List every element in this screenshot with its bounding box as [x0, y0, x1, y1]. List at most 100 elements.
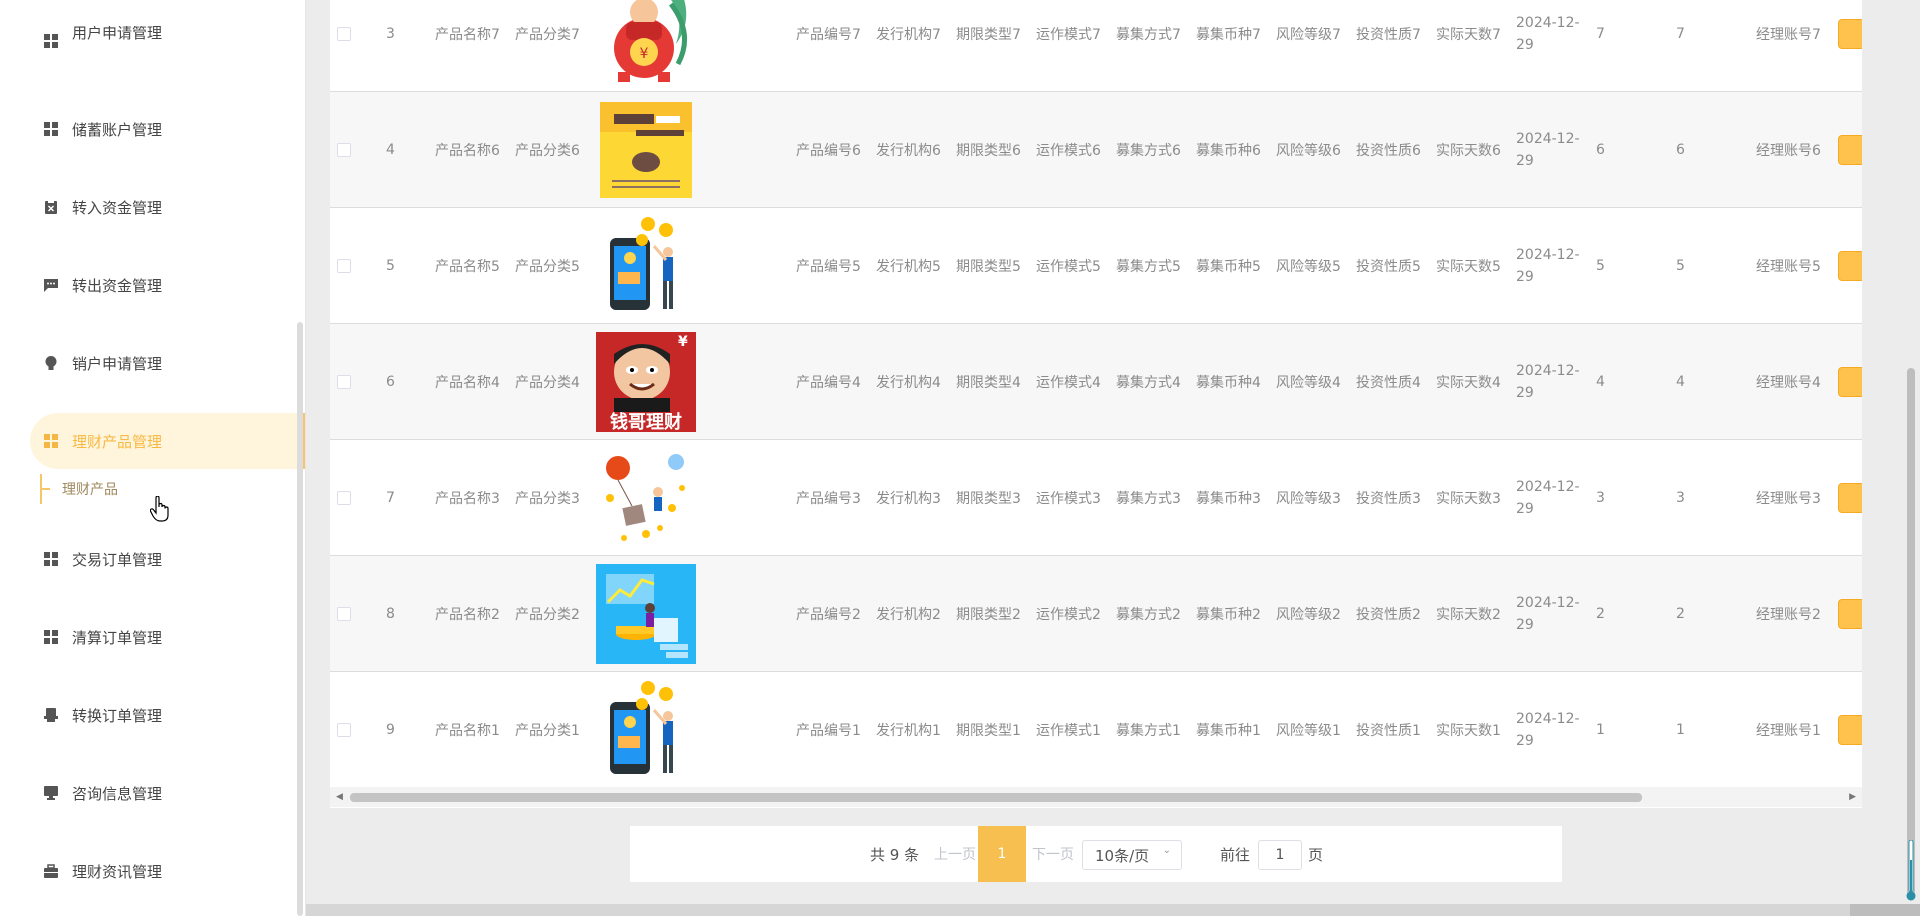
pagination-next-button[interactable]: 下一页: [1032, 826, 1074, 882]
svg-text:¥: ¥: [678, 334, 688, 350]
sidebar-item-consulting-info[interactable]: 咨询信息管理: [0, 765, 305, 821]
cell-term-type: 期限类型2: [956, 607, 1021, 623]
row-checkbox[interactable]: [337, 607, 351, 621]
pagination-prev-button[interactable]: 上一页: [934, 826, 976, 882]
page-vertical-scrollbar[interactable]: [1902, 0, 1920, 904]
cell-investment-nature: 投资性质4: [1356, 375, 1421, 391]
cell-product-category: 产品分类3: [515, 491, 580, 507]
cell-raise-currency: 募集币种4: [1196, 375, 1261, 391]
row-checkbox[interactable]: [337, 375, 351, 389]
sidebar-item-finance-news[interactable]: 理财资讯管理: [0, 843, 305, 899]
sidebar-item-clearing-order[interactable]: 清算订单管理: [0, 609, 305, 665]
table-horizontal-scrollbar[interactable]: ◀ ▶: [330, 787, 1862, 807]
scroll-right-icon[interactable]: ▶: [1849, 792, 1856, 802]
goto-page-input[interactable]: [1258, 840, 1302, 870]
cell-raise-method: 募集方式2: [1116, 607, 1181, 623]
product-image: ¥ 钱哥理财: [596, 332, 696, 432]
grid-icon: [44, 552, 58, 566]
row-action-button[interactable]: [1838, 135, 1862, 165]
row-checkbox[interactable]: [337, 491, 351, 505]
cell-value-2: 6: [1676, 142, 1685, 158]
sidebar-scrollbar[interactable]: [297, 322, 303, 916]
cell-product-name: 产品名称2: [435, 607, 500, 623]
cell-actual-days: 实际天数6: [1436, 143, 1501, 159]
grid-icon: [44, 434, 58, 448]
cell-investment-nature: 投资性质6: [1356, 143, 1421, 159]
bulb-icon: [44, 356, 58, 370]
row-checkbox[interactable]: [337, 143, 351, 157]
row-action-button[interactable]: [1838, 367, 1862, 397]
cell-product-code: 产品编号6: [796, 143, 861, 159]
sidebar-item-financial-product[interactable]: 理财产品管理: [30, 413, 305, 469]
product-image: [596, 100, 696, 200]
cell-value-1: 5: [1596, 258, 1605, 274]
cell-product-code: 产品编号7: [796, 27, 861, 43]
sidebar-item-transfer-in[interactable]: 转入资金管理: [0, 179, 305, 235]
cell-product-code: 产品编号5: [796, 259, 861, 275]
table-row: 8 产品名称2 产品分类2 产品编号2 发行机构2 期限类型2 运作模式2 募集…: [330, 556, 1862, 672]
svg-text:¥: ¥: [640, 46, 649, 62]
sidebar-item-transfer-out[interactable]: 转出资金管理: [0, 257, 305, 313]
row-action-button[interactable]: [1838, 599, 1862, 629]
cell-product-name: 产品名称3: [435, 491, 500, 507]
cell-index: 9: [386, 722, 395, 738]
cell-manager-account: 经理账号5: [1756, 259, 1821, 275]
sidebar-item-trade-order[interactable]: 交易订单管理: [0, 531, 305, 587]
cell-manager-account: 经理账号3: [1756, 491, 1821, 507]
page-horizontal-scrollbar[interactable]: [306, 904, 1920, 916]
table-row: 9 产品名称1 产品分类1 产品编号1 发行机构1 期限类型1 运作模式1 募集…: [330, 672, 1862, 788]
cell-raise-currency: 募集币种2: [1196, 607, 1261, 623]
page-size-select[interactable]: 10条/页 ⌄: [1082, 840, 1182, 870]
sidebar: 用户申请管理 储蓄账户管理 转入资金管理 转出资金管理 销户申请管理 理财产品管…: [0, 0, 306, 916]
row-checkbox[interactable]: [337, 259, 351, 273]
cell-issuer: 发行机构4: [876, 375, 941, 391]
sidebar-item-close-account[interactable]: 销户申请管理: [0, 335, 305, 391]
goto-label: 前往: [1220, 845, 1251, 864]
cell-value-1: 1: [1596, 722, 1605, 738]
cell-value-1: 2: [1596, 606, 1605, 622]
page-vertical-scrollbar-thumb[interactable]: [1907, 368, 1915, 898]
briefcase-icon: [44, 864, 58, 878]
cell-issuer: 发行机构3: [876, 491, 941, 507]
cell-investment-nature: 投资性质1: [1356, 723, 1421, 739]
cell-raise-currency: 募集币种6: [1196, 143, 1261, 159]
pagination-page-current[interactable]: 1: [978, 826, 1026, 882]
page-horizontal-scrollbar-thumb[interactable]: [1850, 904, 1920, 916]
cell-raise-currency: 募集币种7: [1196, 27, 1261, 43]
cell-product-code: 产品编号3: [796, 491, 861, 507]
sidebar-item-savings-account[interactable]: 储蓄账户管理: [0, 101, 305, 157]
scroll-left-icon[interactable]: ◀: [336, 792, 343, 802]
chat-icon: [44, 278, 58, 292]
cell-product-code: 产品编号2: [796, 607, 861, 623]
cell-raise-method: 募集方式3: [1116, 491, 1181, 507]
cell-operation-mode: 运作模式3: [1036, 491, 1101, 507]
cell-date: 2024-12-29: [1516, 131, 1580, 169]
poster-text: 钱哥理财: [610, 411, 682, 432]
row-checkbox[interactable]: [337, 723, 351, 737]
cell-actual-days: 实际天数7: [1436, 27, 1501, 43]
cell-value-2: 1: [1676, 722, 1685, 738]
cell-raise-method: 募集方式4: [1116, 375, 1181, 391]
table-scrollbar-thumb[interactable]: [350, 793, 1642, 802]
sidebar-item-partial[interactable]: 用户申请管理: [0, 26, 305, 56]
hand-cursor-icon: [150, 496, 169, 522]
row-action-button[interactable]: [1838, 251, 1862, 281]
sidebar-item-conversion-order[interactable]: 转换订单管理: [0, 687, 305, 743]
printer-icon: [44, 708, 58, 722]
submenu-item-label: 理财产品: [62, 482, 118, 498]
sidebar-item-label: 理财产品管理: [72, 432, 163, 451]
sidebar-item-label: 转换订单管理: [72, 706, 163, 725]
cell-term-type: 期限类型3: [956, 491, 1021, 507]
cell-value-2: 2: [1676, 606, 1685, 622]
product-image: ¥: [596, 0, 696, 84]
cell-index: 6: [386, 374, 395, 390]
row-action-button[interactable]: [1838, 715, 1862, 745]
cell-risk-level: 风险等级7: [1276, 27, 1341, 43]
cell-manager-account: 经理账号1: [1756, 723, 1821, 739]
row-action-button[interactable]: [1838, 19, 1862, 49]
goto-unit: 页: [1308, 845, 1324, 864]
cell-raise-currency: 募集币种5: [1196, 259, 1261, 275]
row-action-button[interactable]: [1838, 483, 1862, 513]
row-checkbox[interactable]: [337, 27, 351, 41]
cell-issuer: 发行机构2: [876, 607, 941, 623]
